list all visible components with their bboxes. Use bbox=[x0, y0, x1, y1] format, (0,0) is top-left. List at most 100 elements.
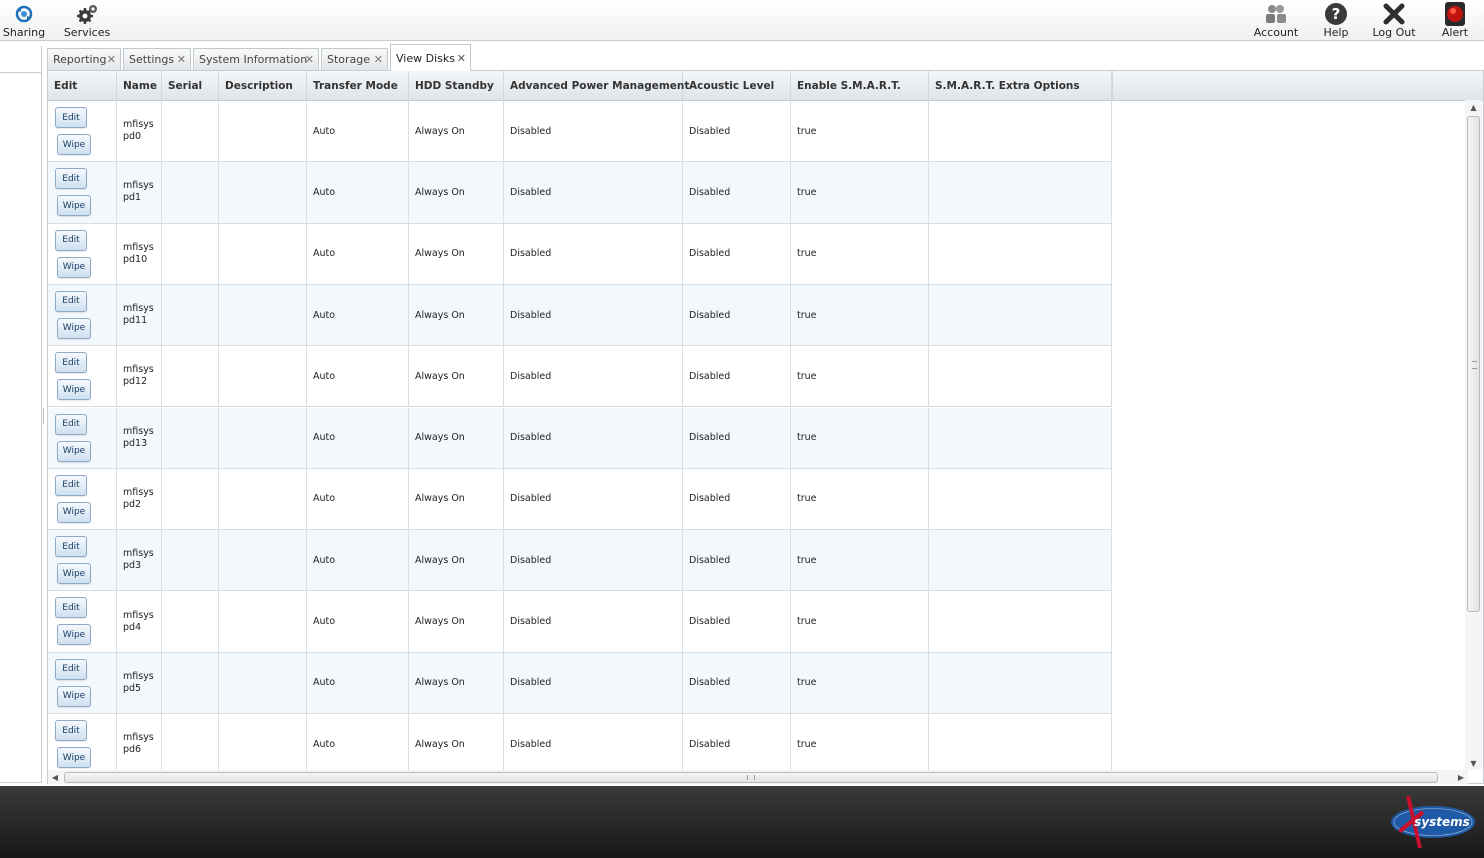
cell-name-text: mfisyspd4 bbox=[123, 609, 154, 633]
account-label: Account bbox=[1253, 26, 1299, 39]
wipe-button[interactable]: Wipe bbox=[57, 134, 91, 155]
cell-transfer-mode-text: Auto bbox=[313, 186, 336, 198]
column-header-transfer-mode[interactable]: Transfer Mode bbox=[307, 71, 409, 101]
column-header-enable-smart[interactable]: Enable S.M.A.R.T. bbox=[791, 71, 929, 101]
column-header-edit[interactable]: Edit bbox=[48, 71, 117, 101]
edit-button[interactable]: Edit bbox=[55, 107, 87, 128]
column-header-description[interactable]: Description bbox=[219, 71, 307, 101]
table-row[interactable]: Edit Wipe mfisyspd0 Auto Always On Disabled Di… bbox=[48, 101, 1112, 163]
table-row[interactable]: Edit Wipe mfisyspd4 Auto Always On Disabled Di… bbox=[48, 591, 1112, 653]
panel-splitter[interactable] bbox=[43, 408, 45, 424]
cell-apm-text: Disabled bbox=[510, 616, 552, 628]
cell-transfer-mode: Auto bbox=[307, 223, 409, 284]
wipe-button[interactable]: Wipe bbox=[57, 256, 91, 278]
table-row[interactable]: Edit Wipe mfisyspd1 Auto Always On Disabled Di… bbox=[48, 162, 1112, 224]
horizontal-scrollbar[interactable]: ◀ ▶ bbox=[48, 770, 1468, 784]
close-icon[interactable]: ✕ bbox=[457, 52, 466, 65]
cell-hdd-standby-text: Always On bbox=[415, 186, 465, 198]
table-row[interactable]: Edit Wipe mfisyspd2 Auto Always On Disabled Di… bbox=[48, 468, 1112, 531]
column-header-hdd-standby[interactable]: HDD Standby bbox=[409, 71, 504, 101]
wipe-button[interactable]: Wipe bbox=[57, 317, 91, 339]
close-icon[interactable]: ✕ bbox=[305, 53, 314, 66]
wipe-button[interactable]: Wipe bbox=[57, 195, 91, 217]
cell-name-text: mfisyspd3 bbox=[123, 548, 154, 572]
vertical-scrollbar[interactable]: ▲ ▼ bbox=[1465, 100, 1482, 770]
services-button[interactable]: Services bbox=[64, 0, 110, 41]
tab-view-disks[interactable]: View Disks ✕ bbox=[390, 44, 471, 71]
wipe-button[interactable]: Wipe bbox=[57, 563, 91, 585]
edit-button[interactable]: Edit bbox=[55, 658, 87, 680]
scroll-left-icon[interactable]: ◀ bbox=[48, 770, 62, 784]
table-row[interactable]: Edit Wipe mfisyspd11 Auto Always On Disabled D… bbox=[48, 284, 1112, 347]
edit-button[interactable]: Edit bbox=[55, 474, 87, 496]
cell-serial bbox=[162, 223, 219, 284]
table-row[interactable]: Edit Wipe mfisyspd13 Auto Always On Disabled D… bbox=[48, 407, 1112, 469]
cell-name-text: mfisyspd2 bbox=[123, 486, 154, 510]
cell-acoustic-level-text: Disabled bbox=[689, 554, 731, 566]
table-row[interactable]: Edit Wipe mfisyspd12 Auto Always On Disabled D… bbox=[48, 346, 1112, 408]
table-row[interactable]: Edit Wipe mfisyspd5 Auto Always On Disabled Di… bbox=[48, 652, 1112, 714]
cell-enable-smart: true bbox=[791, 714, 929, 771]
wipe-button[interactable]: Wipe bbox=[57, 624, 91, 646]
account-button[interactable]: Account bbox=[1254, 0, 1298, 41]
edit-button[interactable]: Edit bbox=[55, 168, 87, 190]
cell-smart-extra-options bbox=[929, 284, 1112, 346]
close-icon[interactable]: ✕ bbox=[177, 53, 186, 66]
cell-enable-smart: true bbox=[791, 591, 929, 652]
cell-hdd-standby-text: Always On bbox=[415, 616, 465, 628]
tab-system-information[interactable]: System Information ✕ bbox=[193, 48, 319, 70]
wipe-button[interactable]: Wipe bbox=[57, 379, 91, 401]
cell-description bbox=[219, 162, 307, 223]
top-toolbar: Sharing Services Account ? Help Log Out … bbox=[0, 0, 1484, 41]
scroll-thumb[interactable] bbox=[1467, 116, 1480, 612]
cell-acoustic-level-text: Disabled bbox=[689, 370, 731, 382]
cell-acoustic-level-text: Disabled bbox=[689, 677, 731, 689]
edit-button[interactable]: Edit bbox=[55, 720, 87, 741]
cell-description bbox=[219, 346, 307, 407]
wipe-button[interactable]: Wipe bbox=[57, 440, 91, 462]
alert-button[interactable]: Alert bbox=[1438, 0, 1472, 41]
table-row[interactable]: Edit Wipe mfisyspd6 Auto Always On Disabled Di… bbox=[48, 714, 1112, 771]
sharing-button[interactable]: Sharing bbox=[2, 0, 46, 41]
wipe-button[interactable]: Wipe bbox=[57, 747, 91, 768]
table-row[interactable]: Edit Wipe mfisyspd10 Auto Always On Disabled D… bbox=[48, 223, 1112, 285]
close-icon[interactable]: ✕ bbox=[107, 53, 116, 66]
alert-label: Alert bbox=[1441, 26, 1469, 39]
scroll-up-icon[interactable]: ▲ bbox=[1465, 100, 1482, 114]
column-header-acoustic-level[interactable]: Acoustic Level bbox=[683, 71, 791, 101]
scroll-right-icon[interactable]: ▶ bbox=[1454, 770, 1468, 784]
cell-transfer-mode-text: Auto bbox=[313, 125, 336, 137]
cell-hdd-standby: Always On bbox=[409, 162, 504, 223]
cell-serial bbox=[162, 530, 219, 591]
cell-acoustic-level: Disabled bbox=[683, 468, 791, 530]
scroll-thumb[interactable] bbox=[64, 772, 1438, 783]
column-header-serial[interactable]: Serial bbox=[162, 71, 219, 101]
footer-bar bbox=[0, 786, 1484, 858]
edit-button[interactable]: Edit bbox=[55, 290, 87, 312]
column-header-name[interactable]: Name bbox=[117, 71, 162, 101]
help-button[interactable]: ? Help bbox=[1320, 0, 1352, 41]
cell-hdd-standby: Always On bbox=[409, 468, 504, 530]
tab-settings[interactable]: Settings ✕ bbox=[123, 48, 191, 70]
cell-enable-smart-text: true bbox=[797, 248, 817, 260]
edit-button[interactable]: Edit bbox=[55, 229, 87, 251]
column-header-apm[interactable]: Advanced Power Management bbox=[504, 71, 689, 101]
edit-button[interactable]: Edit bbox=[55, 536, 87, 558]
cell-edit: Edit Wipe bbox=[48, 652, 117, 713]
edit-button[interactable]: Edit bbox=[55, 413, 87, 435]
edit-button[interactable]: Edit bbox=[55, 352, 87, 374]
wipe-button[interactable]: Wipe bbox=[57, 501, 91, 523]
tab-reporting[interactable]: Reporting ✕ bbox=[47, 48, 121, 70]
logout-button[interactable]: Log Out bbox=[1372, 0, 1416, 41]
table-row[interactable]: Edit Wipe mfisyspd3 Auto Always On Disabled Di… bbox=[48, 530, 1112, 592]
close-icon[interactable]: ✕ bbox=[374, 53, 383, 66]
cell-edit: Edit Wipe bbox=[48, 407, 117, 468]
alert-icon bbox=[1445, 1, 1465, 26]
cell-acoustic-level-text: Disabled bbox=[689, 248, 731, 260]
tab-storage[interactable]: Storage ✕ bbox=[321, 48, 388, 70]
column-header-smart-extra-options[interactable]: S.M.A.R.T. Extra Options bbox=[929, 71, 1112, 101]
edit-button[interactable]: Edit bbox=[55, 597, 87, 619]
scroll-down-icon[interactable]: ▼ bbox=[1465, 756, 1482, 770]
cell-enable-smart-text: true bbox=[797, 738, 817, 750]
wipe-button[interactable]: Wipe bbox=[57, 685, 91, 707]
